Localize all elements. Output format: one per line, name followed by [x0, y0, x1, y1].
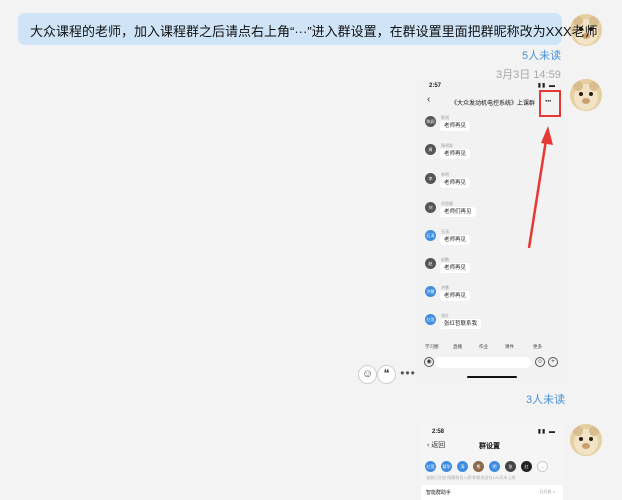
avatar[interactable] [570, 424, 602, 456]
avatar: 刘 [425, 202, 436, 213]
toolbar-item: 课件 [505, 344, 514, 349]
read-status[interactable]: 3人未读 [526, 391, 565, 407]
message-text: 老师们再见 [440, 207, 476, 217]
toolbar-item: 作业 [479, 344, 488, 349]
toolbar-item: 直播 [453, 344, 462, 349]
member-avatars: 红莲 颖华 涛 熊 明 张 红 + [425, 461, 559, 472]
avatar[interactable] [570, 79, 602, 111]
status-time: 2:57 [429, 83, 442, 89]
avatar: 周 [425, 144, 436, 155]
message-bubble[interactable]: 大众课程的老师，加入课程群之后请点右上角“···”进入群设置，在群设置里面把群昵… [18, 13, 598, 45]
message-text: 老师再见 [440, 235, 471, 245]
quote-button[interactable]: ❝ [377, 365, 396, 384]
list-item: 洪慧 洪慧 老师再见 [421, 285, 563, 312]
row-value: 已开启 > [539, 489, 555, 494]
back-label: 返回 [431, 442, 446, 449]
highlight-box [539, 90, 561, 117]
message-text: 老师再见 [440, 263, 471, 273]
settings-title: 群设置 [479, 443, 500, 450]
home-indicator [467, 376, 517, 378]
message-text: 老师再见 [440, 291, 471, 301]
avatar: 熊 [473, 461, 484, 472]
list-item: 赵 赵鹏 老师再见 [421, 257, 563, 284]
emoji-icon: ☺ [535, 357, 545, 367]
group-title: 《大众发动机电控系统》上课群 [451, 101, 536, 107]
list-item: 周 周润发 老师再见 [421, 143, 563, 170]
settings-screenshot-image[interactable]: 2:58 ▮▮ ▬ ‹ 返回 群设置 红莲 颖华 涛 熊 明 张 红 + 该群已… [421, 425, 563, 500]
message-text: 老师再见 [440, 121, 471, 131]
row-label: 智能群助手 [426, 490, 452, 496]
phone-toolbar: 学习圈 直播 作业 课件 更多 [421, 342, 563, 352]
toolbar-item: 更多 [533, 344, 542, 349]
avatar: 张 [505, 461, 516, 472]
avatar: 赵 [425, 258, 436, 269]
message-text: 老师再见 [440, 178, 471, 188]
list-item: 刘 刘思颖 老师们再见 [421, 201, 563, 228]
toolbar-item: 学习圈 [425, 344, 439, 349]
add-member-icon: + [537, 461, 548, 472]
back-chevron-icon: ‹ [427, 94, 431, 105]
phone-message-input [435, 357, 531, 368]
avatar: 洪慧 [425, 286, 436, 297]
read-status[interactable]: 5人未读 [522, 47, 561, 63]
settings-note: 该群已开启“隐藏群员入群”和群成员在120天未上线 [426, 475, 516, 480]
avatar: 明 [489, 461, 500, 472]
list-item: 陈润 陈润 老师再见 [421, 115, 563, 142]
avatar: 红 [521, 461, 532, 472]
avatar: 红莲 [425, 314, 436, 325]
avatar: 李 [425, 173, 436, 184]
avatar: 陈润 [425, 116, 436, 127]
emoji-reaction-button[interactable]: ☺ [358, 365, 377, 384]
settings-row: 智能群助手 已开启 > [421, 485, 563, 500]
status-time: 2:58 [432, 429, 445, 435]
plus-icon: + [548, 357, 558, 367]
message-text: 大众课程的老师，加入课程群之后请点右上角“···”进入群设置，在群设置里面把群昵… [30, 24, 598, 39]
list-item: 李 李明 老师再见 [421, 172, 563, 199]
voice-icon: ◉ [424, 357, 434, 367]
avatar: 颖华 [441, 461, 452, 472]
battery-icon: ▮▮ ▬ [537, 429, 556, 435]
more-icon[interactable]: ••• [396, 365, 420, 384]
chat-screenshot-image[interactable]: 2:57 ▮▮ ▬ ‹ 《大众发动机电控系统》上课群 ··· 陈润 陈润 老师再… [421, 80, 563, 382]
battery-icon: ▮▮ ▬ [537, 83, 556, 89]
avatar: 涛 [457, 461, 468, 472]
list-item: 红莲 张红 张红哲联系我 [421, 313, 563, 340]
avatar: 红莲 [425, 461, 436, 472]
message-text: 老师再见 [440, 149, 471, 159]
back-button: ‹ 返回 [427, 442, 446, 449]
avatar: 石涛 [425, 230, 436, 241]
list-item: 石涛 石涛 老师再见 [421, 229, 563, 256]
message-text: 张红哲联系我 [440, 319, 482, 329]
